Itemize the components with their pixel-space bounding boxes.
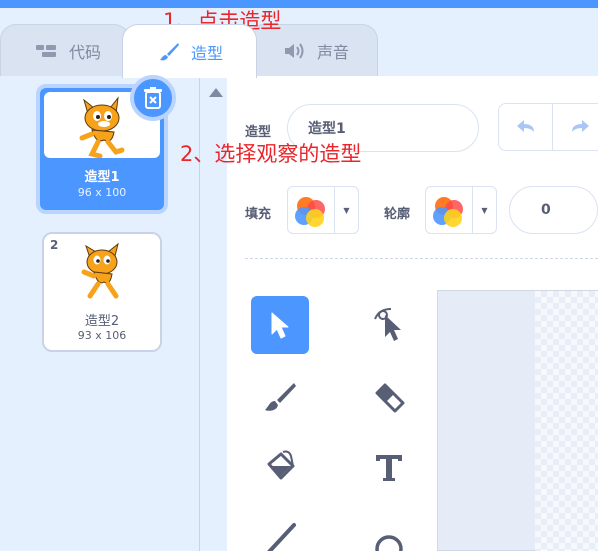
costume-number: 1	[46, 92, 55, 106]
text-icon	[376, 455, 402, 481]
costume-name: 造型1	[84, 170, 120, 185]
tab-costumes[interactable]: 造型	[122, 24, 257, 78]
paint-bucket-icon	[267, 450, 295, 480]
costume-size: 96 x 100	[77, 186, 127, 199]
annotation-step-2: 2、选择观察的造型	[180, 142, 362, 166]
canvas-checkerboard	[535, 291, 598, 551]
trash-icon	[144, 87, 162, 109]
reshape-tool[interactable]	[360, 296, 418, 354]
fill-tool[interactable]	[251, 438, 309, 496]
toolbar-divider	[245, 258, 598, 259]
costume-number: 2	[50, 238, 59, 252]
code-icon	[35, 39, 59, 63]
cat-sprite-icon	[81, 242, 119, 299]
tab-code-label: 代码	[69, 42, 102, 62]
paint-canvas[interactable]	[437, 290, 598, 551]
fill-color-picker[interactable]: ▼	[287, 186, 359, 234]
top-strip	[0, 0, 598, 8]
arrow-cursor-icon	[271, 312, 289, 339]
brush-icon	[157, 40, 181, 64]
undo-redo-group	[498, 103, 598, 151]
eraser-tool[interactable]	[360, 368, 418, 426]
outline-color-picker[interactable]: ▼	[425, 186, 497, 234]
outline-width-input[interactable]: 0	[509, 186, 598, 234]
tab-costumes-label: 造型	[191, 43, 224, 63]
fill-label: 填充	[245, 207, 272, 222]
brush-icon	[265, 383, 296, 411]
outline-color-swatch-icon	[433, 197, 463, 227]
speaker-icon	[283, 39, 307, 63]
line-tool[interactable]	[251, 508, 309, 551]
fill-color-swatch-icon	[295, 197, 325, 227]
redo-button[interactable]	[553, 104, 598, 150]
tab-sounds-label: 声音	[317, 42, 350, 62]
costume-name: 造型2	[84, 314, 120, 329]
costume-size: 93 x 106	[77, 329, 127, 342]
undo-icon	[516, 120, 534, 132]
line-icon	[267, 523, 296, 551]
select-tool[interactable]	[251, 296, 309, 354]
delete-costume-button[interactable]	[130, 75, 176, 121]
outline-label: 轮廓	[384, 207, 411, 222]
redo-icon	[572, 120, 589, 132]
chevron-down-icon: ▼	[334, 187, 358, 233]
costume-name-value: 造型1	[308, 121, 346, 137]
eraser-icon	[375, 383, 405, 413]
tab-code[interactable]: 代码	[0, 24, 130, 76]
costume-item-2[interactable]: 2 造型2 93 x 106	[42, 232, 162, 352]
undo-button[interactable]	[499, 104, 553, 150]
brush-tool[interactable]	[251, 368, 309, 426]
text-tool[interactable]	[360, 438, 418, 496]
chevron-down-icon: ▼	[472, 187, 496, 233]
reshape-icon	[374, 308, 401, 341]
scroll-up-arrow-icon[interactable]	[209, 88, 223, 97]
circle-icon	[375, 535, 403, 551]
circle-tool[interactable]	[360, 508, 418, 551]
outline-width-value: 0	[541, 202, 551, 218]
